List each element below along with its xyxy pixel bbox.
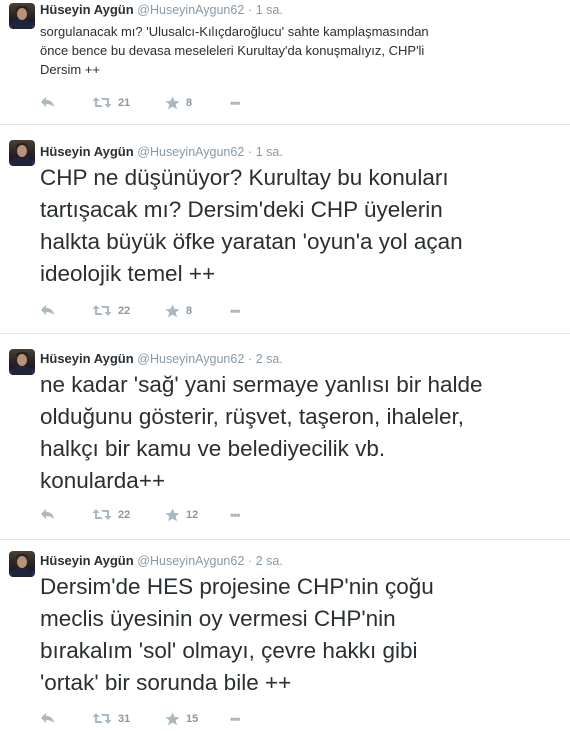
tweet-text: Dersim'de HES projesine CHP'nin çoğu mec… bbox=[40, 571, 565, 699]
tweet-text-line: meclis üyesinin oy vermesi CHP'nin bbox=[40, 606, 396, 631]
tweet-text-line: Dersim ++ bbox=[40, 62, 100, 77]
more-button[interactable]: ••• bbox=[230, 96, 241, 110]
retweet-button[interactable]: 22 bbox=[92, 508, 130, 521]
retweet-icon bbox=[92, 305, 112, 316]
author-name[interactable]: Hüseyin Aygün bbox=[40, 144, 134, 159]
tweet-header: Hüseyin Aygün @HuseyinAygun62 · 1 sa. bbox=[40, 144, 283, 160]
tweet-4[interactable]: Hüseyin Aygün @HuseyinAygun62 · 2 sa. De… bbox=[0, 540, 570, 731]
reply-icon bbox=[41, 97, 54, 107]
timestamp[interactable]: 1 sa. bbox=[256, 145, 283, 159]
retweet-button[interactable]: 22 bbox=[92, 304, 130, 317]
tweet-text-line: ideolojik temel ++ bbox=[40, 261, 216, 286]
more-icon: ••• bbox=[230, 712, 241, 726]
reply-icon bbox=[41, 305, 54, 315]
tweet-text-line: bırakalım 'sol' olmayı, çevre hakkı gibi bbox=[40, 638, 418, 663]
favorite-count: 8 bbox=[186, 305, 193, 317]
reply-icon bbox=[41, 713, 54, 723]
reply-button[interactable] bbox=[40, 508, 55, 520]
tweet-text: CHP ne düşünüyor? Kurultay bu konuları t… bbox=[40, 162, 565, 290]
retweet-button[interactable]: 21 bbox=[92, 96, 130, 109]
retweet-icon bbox=[92, 97, 112, 108]
favorite-button[interactable]: 8 bbox=[165, 96, 192, 110]
tweet-1[interactable]: Hüseyin Aygün @HuseyinAygun62 · 1 sa. so… bbox=[0, 0, 570, 125]
author-handle[interactable]: @HuseyinAygun62 bbox=[137, 3, 244, 17]
more-button[interactable]: ••• bbox=[230, 304, 241, 318]
separator-dot: · bbox=[247, 3, 253, 17]
favorite-count: 12 bbox=[186, 509, 199, 521]
author-handle[interactable]: @HuseyinAygun62 bbox=[137, 145, 244, 159]
retweet-count: 22 bbox=[118, 304, 131, 317]
favorite-count: 15 bbox=[186, 713, 199, 725]
timestamp[interactable]: 1 sa. bbox=[256, 3, 283, 17]
favorite-count: 8 bbox=[186, 97, 193, 109]
favorite-button[interactable]: 12 bbox=[165, 508, 198, 522]
tweet-text-line: 'ortak' bir sorunda bile ++ bbox=[40, 670, 292, 695]
author-handle[interactable]: @HuseyinAygun62 bbox=[137, 352, 244, 366]
more-icon: ••• bbox=[230, 96, 241, 110]
retweet-button[interactable]: 31 bbox=[92, 712, 130, 725]
favorite-button[interactable]: 8 bbox=[165, 304, 192, 318]
tweet-text-line: halkta büyük öfke yaratan 'oyun'a yol aç… bbox=[40, 229, 463, 254]
author-name[interactable]: Hüseyin Aygün bbox=[40, 351, 134, 366]
reply-button[interactable] bbox=[40, 712, 55, 724]
separator-dot: · bbox=[247, 554, 253, 568]
avatar[interactable] bbox=[9, 551, 35, 577]
favorite-button[interactable]: 15 bbox=[165, 712, 198, 726]
tweet-text-line: CHP ne düşünüyor? Kurultay bu konuları bbox=[40, 165, 449, 190]
retweet-count: 22 bbox=[118, 508, 131, 521]
tweet-text-line: konularda++ bbox=[40, 468, 166, 493]
tweet-2[interactable]: Hüseyin Aygün @HuseyinAygun62 · 1 sa. CH… bbox=[0, 125, 570, 334]
more-button[interactable]: ••• bbox=[230, 712, 241, 726]
separator-dot: · bbox=[247, 145, 253, 159]
star-icon bbox=[165, 712, 180, 726]
star-icon bbox=[165, 96, 180, 110]
tweet-header: Hüseyin Aygün @HuseyinAygun62 · 2 sa. bbox=[40, 351, 283, 367]
tweet-text-line: Dersim'de HES projesine CHP'nin çoğu bbox=[40, 574, 434, 599]
tweet-text-line: olduğunu gösterir, rüşvet, taşeron, ihal… bbox=[40, 404, 465, 429]
star-icon bbox=[165, 304, 180, 318]
reply-button[interactable] bbox=[40, 96, 55, 108]
reply-icon bbox=[41, 509, 54, 519]
tweet-text: ne kadar 'sağ' yani sermaye yanlısı bir … bbox=[40, 369, 565, 497]
tweet-text-line: önce bence bu devasa meseleleri Kurultay… bbox=[40, 43, 425, 58]
author-name[interactable]: Hüseyin Aygün bbox=[40, 553, 134, 568]
tweet-text-line: halkçı bir kamu ve belediyecilik vb. bbox=[40, 436, 386, 461]
tweet-3[interactable]: Hüseyin Aygün @HuseyinAygun62 · 2 sa. ne… bbox=[0, 334, 570, 540]
tweet-header: Hüseyin Aygün @HuseyinAygun62 · 2 sa. bbox=[40, 553, 283, 569]
avatar[interactable] bbox=[9, 3, 35, 29]
avatar[interactable] bbox=[9, 140, 35, 166]
tweet-text-line: tartışacak mı? Dersim'deki CHP üyelerin bbox=[40, 197, 443, 222]
retweet-icon bbox=[92, 713, 112, 724]
retweet-icon bbox=[92, 509, 112, 520]
star-icon bbox=[165, 508, 180, 522]
tweet-text-line: sorgulanacak mı? 'Ulusalcı-Kılıçdaroğluc… bbox=[40, 24, 429, 39]
retweet-count: 31 bbox=[118, 712, 131, 725]
retweet-count: 21 bbox=[118, 96, 131, 109]
reply-button[interactable] bbox=[40, 304, 55, 316]
avatar[interactable] bbox=[9, 349, 35, 375]
author-name[interactable]: Hüseyin Aygün bbox=[40, 2, 134, 17]
timestamp[interactable]: 2 sa. bbox=[256, 554, 283, 568]
tweet-text: sorgulanacak mı? 'Ulusalcı-Kılıçdaroğluc… bbox=[40, 22, 560, 79]
tweet-header: Hüseyin Aygün @HuseyinAygun62 · 1 sa. bbox=[40, 2, 283, 18]
more-button[interactable]: ••• bbox=[230, 508, 241, 522]
more-icon: ••• bbox=[230, 508, 241, 522]
timestamp[interactable]: 2 sa. bbox=[256, 352, 283, 366]
tweet-text-line: ne kadar 'sağ' yani sermaye yanlısı bir … bbox=[40, 372, 483, 397]
more-icon: ••• bbox=[230, 304, 241, 318]
separator-dot: · bbox=[247, 352, 253, 366]
author-handle[interactable]: @HuseyinAygun62 bbox=[137, 554, 244, 568]
